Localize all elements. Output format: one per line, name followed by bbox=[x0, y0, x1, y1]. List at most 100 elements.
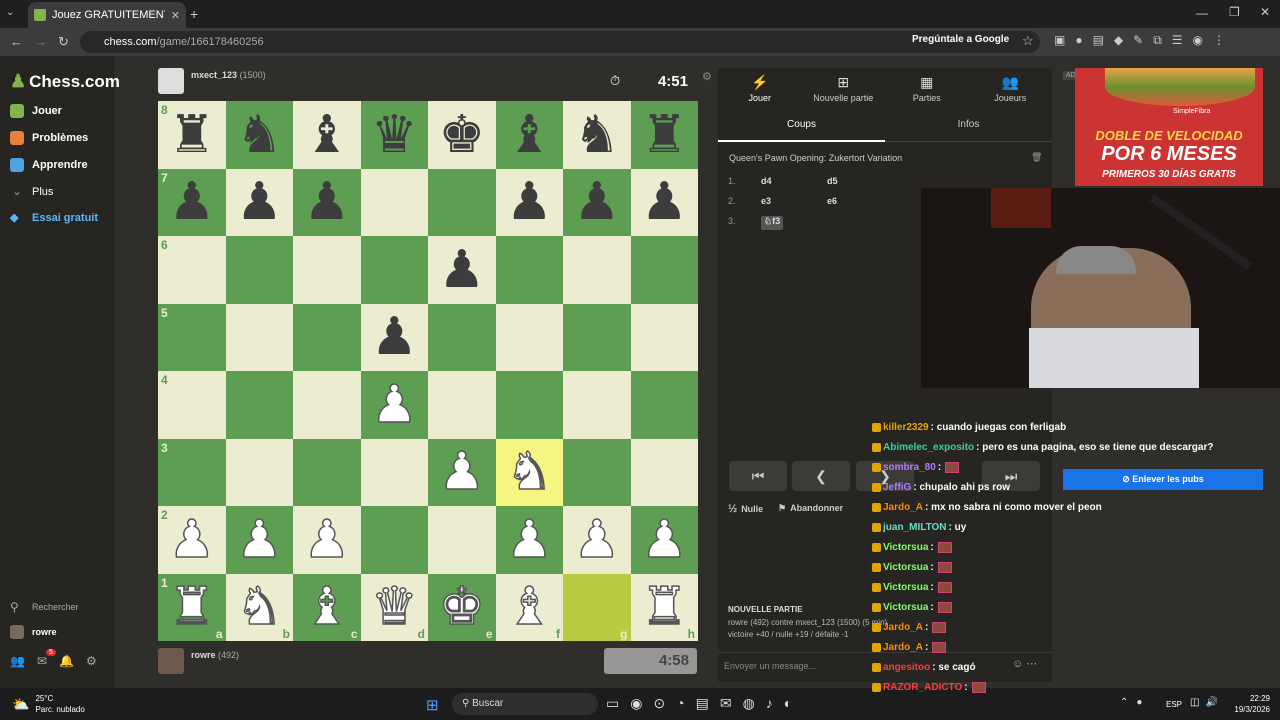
square-e4[interactable] bbox=[428, 371, 496, 439]
square-h5[interactable] bbox=[630, 303, 698, 371]
white-pawn-icon[interactable]: ♟ bbox=[168, 513, 216, 567]
reload-icon[interactable]: ↻ bbox=[58, 34, 69, 50]
opponent-avatar[interactable] bbox=[158, 68, 184, 94]
square-b7[interactable]: ♟ bbox=[225, 168, 293, 236]
sidebar-item-free-trial[interactable]: ◆ Essai gratuit bbox=[10, 211, 98, 225]
extensions-icons[interactable]: ▣●▤◆✎⧉☰◉⋮ bbox=[1054, 33, 1235, 48]
system-tray-icons[interactable]: ◫🔊 bbox=[1190, 697, 1224, 708]
square-g3[interactable] bbox=[563, 438, 631, 506]
black-bishop-icon[interactable]: ♝ bbox=[303, 109, 350, 161]
sidebar-item-learn[interactable]: Apprendre bbox=[10, 158, 88, 172]
square-h7[interactable]: ♟ bbox=[630, 168, 698, 236]
tab-games[interactable]: ▦ Parties bbox=[885, 74, 969, 103]
trash-icon[interactable]: 🗑 bbox=[1031, 152, 1042, 163]
square-d1[interactable]: d ♛ bbox=[360, 573, 428, 641]
chat-username[interactable]: Victorsua bbox=[883, 542, 928, 553]
square-b4[interactable] bbox=[225, 371, 293, 439]
white-pawn-icon[interactable]: ♟ bbox=[370, 378, 418, 432]
square-g2[interactable]: ♟ bbox=[563, 506, 631, 574]
square-h8[interactable]: ♜ bbox=[630, 101, 698, 169]
tab-list-button[interactable]: ⌄ bbox=[6, 7, 20, 21]
square-e6[interactable]: ♟ bbox=[428, 236, 496, 304]
square-d2[interactable] bbox=[360, 506, 428, 574]
square-c4[interactable] bbox=[293, 371, 361, 439]
black-rook-icon[interactable]: ♜ bbox=[641, 109, 688, 161]
sidebar-item-puzzles[interactable]: Problèmes bbox=[10, 131, 88, 145]
black-move[interactable]: d5 bbox=[827, 176, 838, 196]
close-tab-icon[interactable]: ✕ bbox=[171, 9, 180, 22]
sidebar-item-play[interactable]: Jouer bbox=[10, 104, 62, 118]
first-move-button[interactable]: ⏮ bbox=[729, 461, 787, 491]
tab-players[interactable]: 👥 Joueurs bbox=[969, 74, 1053, 103]
white-queen-icon[interactable]: ♛ bbox=[370, 581, 418, 635]
square-f5[interactable] bbox=[495, 303, 563, 371]
chat-username[interactable]: angesitoo bbox=[883, 662, 930, 673]
chat-username[interactable]: JeffiG bbox=[883, 482, 911, 493]
white-pawn-icon[interactable]: ♟ bbox=[235, 513, 283, 567]
white-knight-icon[interactable]: ♞ bbox=[235, 581, 283, 635]
ask-google-button[interactable]: Pregúntale a Google bbox=[912, 34, 1009, 45]
minimize-button[interactable]: — bbox=[1196, 6, 1208, 20]
square-g4[interactable] bbox=[563, 371, 631, 439]
chat-username[interactable]: juan_MILTON bbox=[883, 522, 947, 533]
square-c5[interactable] bbox=[293, 303, 361, 371]
chess-board[interactable]: 8 ♜ ♞ ♝ ♛ ♚ ♝ ♞ ♜ 7 ♟ ♟ ♟ ♟ ♟ ♟ 6 ♟ 5 ♟ 4 ♟ 3 ♟ ♞ 2 ♟ ♟ ♟ ♟ ♟ ♟ 1 a ♜ b ♞ c ♝ d… bbox=[158, 101, 698, 641]
square-b1[interactable]: b ♞ bbox=[225, 573, 293, 641]
black-rook-icon[interactable]: ♜ bbox=[168, 109, 215, 161]
black-pawn-icon[interactable]: ♟ bbox=[168, 176, 215, 228]
subtab-moves[interactable]: Coups bbox=[718, 112, 885, 142]
square-f8[interactable]: ♝ bbox=[495, 101, 563, 169]
square-b3[interactable] bbox=[225, 438, 293, 506]
chat-username[interactable]: Abimelec_exposito bbox=[883, 442, 974, 453]
square-d7[interactable] bbox=[360, 168, 428, 236]
square-c3[interactable] bbox=[293, 438, 361, 506]
white-move[interactable]: d4 bbox=[761, 176, 827, 196]
square-f1[interactable]: f ♝ bbox=[495, 573, 563, 641]
remove-ads-button[interactable]: ⊘ Enlever les pubs bbox=[1063, 469, 1263, 490]
black-pawn-icon[interactable]: ♟ bbox=[506, 176, 553, 228]
square-c8[interactable]: ♝ bbox=[293, 101, 361, 169]
white-rook-icon[interactable]: ♜ bbox=[168, 581, 216, 635]
square-f6[interactable] bbox=[495, 236, 563, 304]
square-g5[interactable] bbox=[563, 303, 631, 371]
square-e5[interactable] bbox=[428, 303, 496, 371]
search-button[interactable]: ⚲ Rechercher bbox=[10, 600, 79, 614]
square-h2[interactable]: ♟ bbox=[630, 506, 698, 574]
black-king-icon[interactable]: ♚ bbox=[438, 109, 485, 161]
square-d6[interactable] bbox=[360, 236, 428, 304]
new-tab-button[interactable]: + bbox=[190, 6, 198, 22]
black-pawn-icon[interactable]: ♟ bbox=[641, 176, 688, 228]
square-d3[interactable] bbox=[360, 438, 428, 506]
chat-username[interactable]: RAZOR_ADICTO bbox=[883, 682, 962, 693]
sidebar-footer-icons[interactable]: 👥✉🔔⚙ bbox=[10, 654, 109, 668]
restore-button[interactable]: ❐ bbox=[1229, 5, 1240, 19]
browser-tab[interactable]: Jouez GRATUITEMENT aux éch ✕ bbox=[28, 2, 186, 28]
black-pawn-icon[interactable]: ♟ bbox=[573, 176, 620, 228]
tray-icons[interactable]: ⌃● bbox=[1120, 697, 1150, 708]
square-a8[interactable]: 8 ♜ bbox=[158, 101, 226, 169]
prev-move-button[interactable]: ❮ bbox=[792, 461, 850, 491]
subtab-info[interactable]: Infos bbox=[885, 112, 1052, 142]
opponent-name[interactable]: mxect_123 (1500) bbox=[191, 70, 266, 80]
square-g6[interactable] bbox=[563, 236, 631, 304]
back-icon[interactable]: ← bbox=[10, 34, 23, 49]
white-move[interactable]: e3 bbox=[761, 196, 827, 216]
chat-username[interactable]: killer2329 bbox=[883, 422, 929, 433]
square-d4[interactable]: ♟ bbox=[360, 371, 428, 439]
black-knight-icon[interactable]: ♞ bbox=[573, 109, 620, 161]
square-g1[interactable]: g bbox=[563, 573, 631, 641]
settings-gear-icon[interactable]: ⚙ bbox=[702, 70, 712, 83]
square-h6[interactable] bbox=[630, 236, 698, 304]
square-a2[interactable]: 2 ♟ bbox=[158, 506, 226, 574]
white-move[interactable]: ♘f3 bbox=[761, 216, 784, 230]
black-pawn-icon[interactable]: ♟ bbox=[236, 176, 283, 228]
square-c1[interactable]: c ♝ bbox=[293, 573, 361, 641]
white-bishop-icon[interactable]: ♝ bbox=[303, 581, 351, 635]
player-avatar[interactable] bbox=[158, 648, 184, 674]
sidebar-item-more[interactable]: ⌄ Plus bbox=[10, 185, 53, 199]
square-c7[interactable]: ♟ bbox=[293, 168, 361, 236]
black-pawn-icon[interactable]: ♟ bbox=[371, 311, 418, 363]
square-e1[interactable]: e ♚ bbox=[428, 573, 496, 641]
close-window-button[interactable]: ✕ bbox=[1260, 5, 1270, 19]
player-name[interactable]: rowre (492) bbox=[191, 650, 239, 660]
